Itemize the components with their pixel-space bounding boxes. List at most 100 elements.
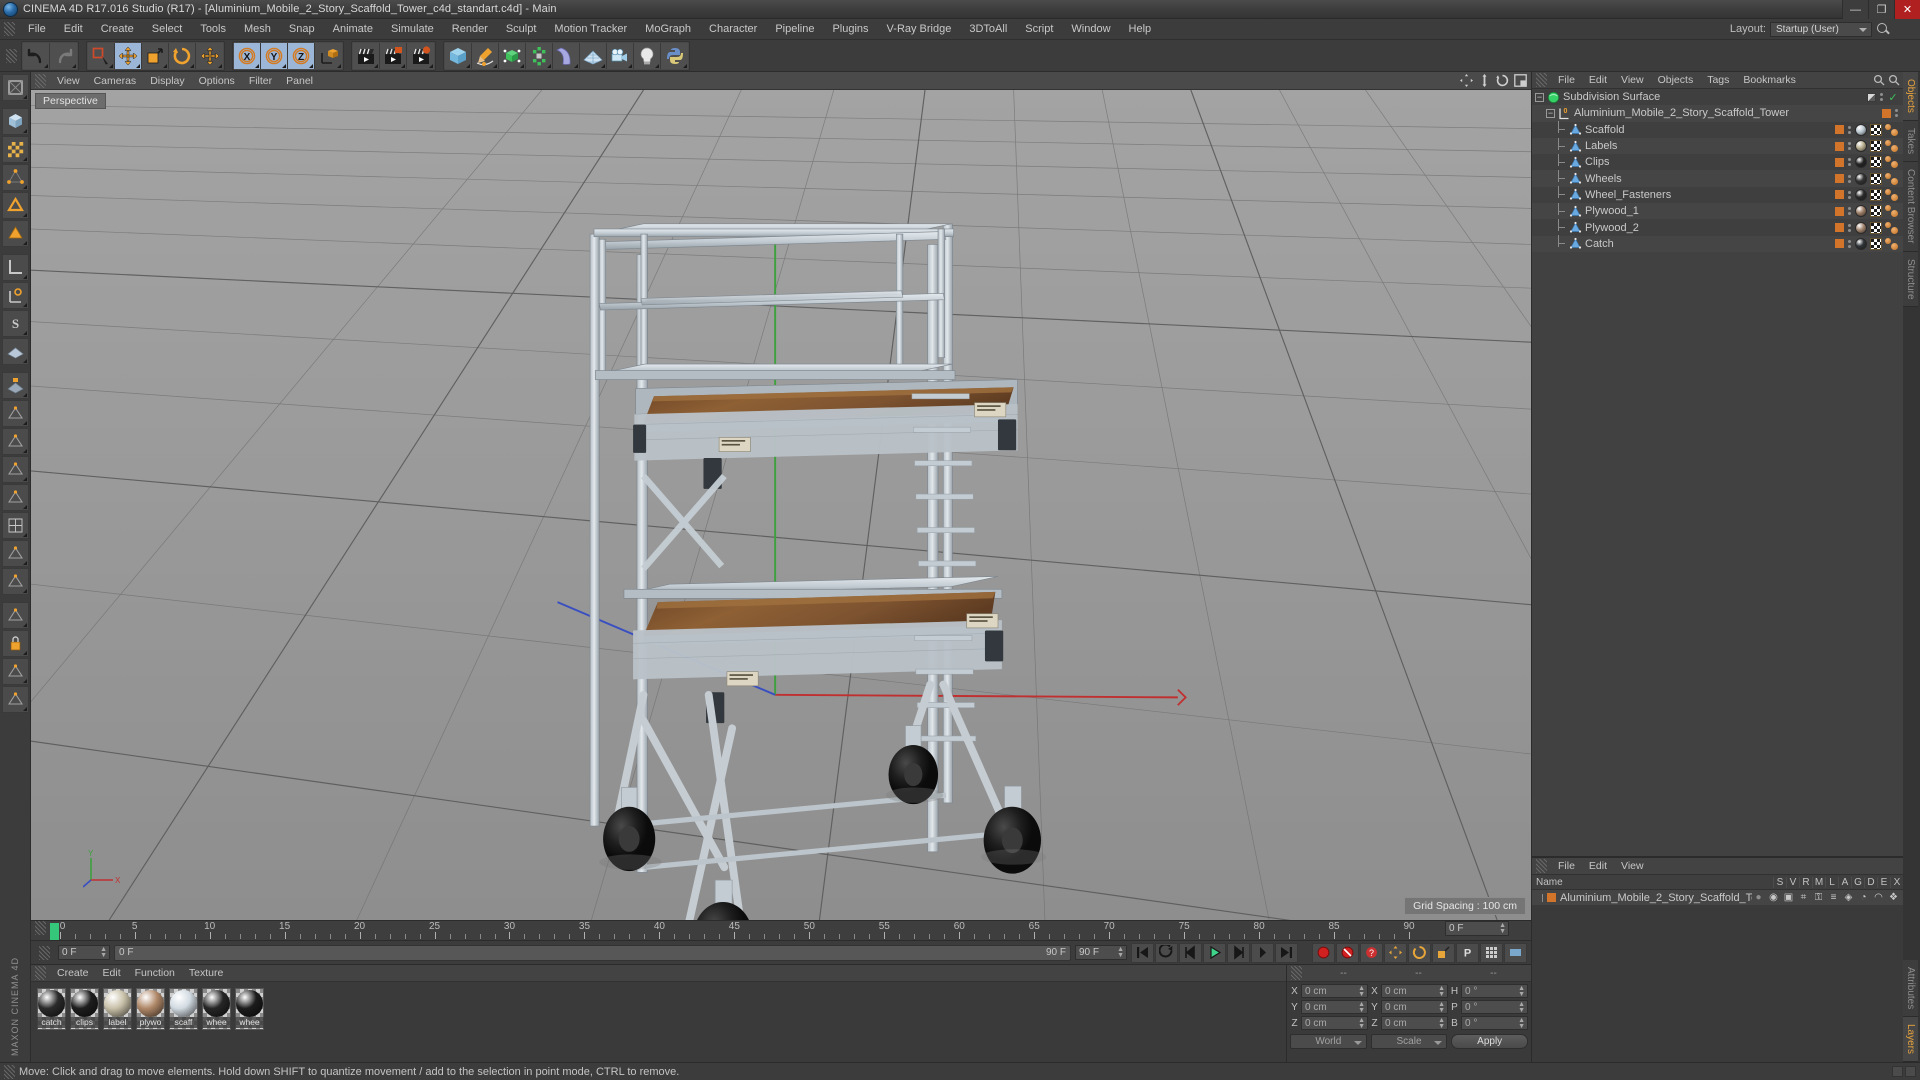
object-row-scaffold[interactable]: Scaffold	[1532, 121, 1903, 138]
phong-tag[interactable]	[1885, 237, 1899, 250]
layer-col-s[interactable]: S	[1773, 876, 1786, 888]
material-tag[interactable]	[1855, 140, 1867, 153]
workplane-lock-tool[interactable]	[1, 630, 29, 657]
object-manager-grip-icon[interactable]	[1536, 73, 1547, 87]
position-key-button[interactable]	[1384, 942, 1407, 963]
timeline-grip-icon[interactable]	[35, 921, 46, 935]
layer-color-swatch[interactable]	[1835, 223, 1844, 233]
material-menu-create[interactable]: Create	[50, 964, 96, 982]
quantize-tool[interactable]	[1, 602, 29, 629]
play-button[interactable]	[1203, 942, 1226, 963]
layer-col-x[interactable]: X	[1890, 876, 1903, 888]
point-level-animation-button[interactable]	[1480, 942, 1503, 963]
coord-field-size[interactable]: 0 cm ▲ ▼	[1381, 1000, 1448, 1014]
material-menu-function[interactable]: Function	[128, 964, 182, 982]
menu-motion-tracker[interactable]: Motion Tracker	[545, 19, 636, 40]
statusbar-grip-icon[interactable]	[4, 1064, 15, 1079]
rotate-tool[interactable]	[169, 42, 196, 69]
points-mode-tool[interactable]	[1, 164, 29, 191]
material-plywood[interactable]: plywo	[136, 988, 165, 1030]
undo-button[interactable]	[23, 42, 50, 69]
spinner-icon[interactable]: ▲ ▼	[1518, 1017, 1525, 1030]
previous-keyframe-button[interactable]	[1155, 942, 1178, 963]
menu-plugins[interactable]: Plugins	[823, 19, 877, 40]
material-clips[interactable]: clips	[70, 988, 99, 1030]
expander-toggle[interactable]: −	[1535, 92, 1544, 102]
solo-toggle[interactable]: ●	[1752, 892, 1765, 903]
layer-color-swatch[interactable]	[1547, 893, 1556, 902]
menu-edit[interactable]: Edit	[55, 19, 92, 40]
menu-animate[interactable]: Animate	[324, 19, 382, 40]
menu-pipeline[interactable]: Pipeline	[766, 19, 823, 40]
visibility-dots[interactable]	[1847, 142, 1852, 151]
material-grip-icon[interactable]	[35, 966, 46, 980]
layer-color-swatch[interactable]	[1835, 125, 1844, 135]
rotation-key-button[interactable]	[1408, 942, 1431, 963]
expander-toggle[interactable]: −	[1546, 108, 1555, 118]
object-row-catch[interactable]: Catch	[1532, 235, 1903, 252]
go-to-start-button[interactable]	[1131, 942, 1154, 963]
keyframe-selection-button[interactable]: ?	[1360, 942, 1383, 963]
coord-field-rotation[interactable]: 0 ° ▲ ▼	[1461, 1000, 1528, 1014]
timeline-track[interactable]: 0 5 10 15 20 25 30 35 40 45 50 55 60 65 70 75 80 85 90	[50, 921, 1441, 941]
spinner-icon[interactable]: ▲ ▼	[1518, 1001, 1525, 1014]
pan-icon[interactable]	[1460, 74, 1473, 87]
coord-field-size[interactable]: 0 cm ▲ ▼	[1381, 984, 1448, 998]
material-label[interactable]: label	[103, 988, 132, 1030]
layer-col-a[interactable]: A	[1838, 876, 1851, 888]
enable-axis-tool[interactable]	[1, 282, 29, 309]
locked-workplane-tool[interactable]	[1, 372, 29, 399]
coord-field-rotation[interactable]: 0 ° ▲ ▼	[1461, 1016, 1528, 1030]
menu-window[interactable]: Window	[1062, 19, 1119, 40]
phong-tag[interactable]	[1885, 221, 1899, 234]
visibility-dots[interactable]	[1847, 190, 1852, 199]
uvw-tag[interactable]	[1870, 140, 1882, 153]
phong-tag[interactable]	[1885, 172, 1899, 185]
axis-z-toggle[interactable]: Z	[288, 42, 315, 69]
live-selection-tool[interactable]	[88, 42, 115, 69]
tab-layers[interactable]: Layers	[1903, 1016, 1918, 1062]
menu-tools[interactable]: Tools	[191, 19, 235, 40]
layer-col-e[interactable]: E	[1877, 876, 1890, 888]
axis-y-toggle[interactable]: Y	[261, 42, 288, 69]
render-view-button[interactable]	[353, 42, 380, 69]
material-wheel1[interactable]: whee	[202, 988, 231, 1030]
deformers-toggle[interactable]: ◔	[1857, 892, 1870, 903]
generators-toggle[interactable]: ◈	[1842, 892, 1855, 903]
object-row-wheels[interactable]: Wheels	[1532, 170, 1903, 187]
tab-structure[interactable]: Structure	[1903, 251, 1918, 308]
menu-mesh[interactable]: Mesh	[235, 19, 280, 40]
next-keyframe-button[interactable]	[1251, 942, 1274, 963]
add-array-button[interactable]	[526, 42, 553, 69]
model-mode-tool[interactable]	[1, 108, 29, 135]
coord-field-position[interactable]: 0 cm ▲ ▼	[1301, 984, 1368, 998]
object-row-labels[interactable]: Labels	[1532, 137, 1903, 155]
object-row-aluminium-mobile-2-story-scaffold-tower[interactable]: − 0 Aluminium_Mobile_2_Story_Scaffold_Towe…	[1532, 105, 1903, 122]
minimize-button[interactable]: —	[1842, 0, 1868, 19]
layer-color-swatch[interactable]	[1882, 108, 1891, 118]
python-button[interactable]	[661, 42, 688, 69]
grid-snap-tool[interactable]	[1, 512, 29, 539]
texture-mode-tool[interactable]	[1, 136, 29, 163]
material-scaffold[interactable]: scaff	[169, 988, 198, 1030]
search-icon[interactable]	[1873, 74, 1885, 86]
menu-help[interactable]: Help	[1120, 19, 1161, 40]
uvw-tag[interactable]	[1870, 237, 1882, 250]
rotate-view-icon[interactable]	[1496, 74, 1509, 87]
coordinates-grip-icon[interactable]	[1291, 966, 1302, 980]
next-frame-button[interactable]	[1227, 942, 1250, 963]
object-row-subdivision-surface[interactable]: − Subdivision Surface ✓	[1532, 89, 1903, 106]
uvw-tag[interactable]	[1870, 156, 1882, 169]
guide-snap-tool[interactable]	[1, 540, 29, 567]
material-wheel2[interactable]: whee	[235, 988, 264, 1030]
menu-character[interactable]: Character	[700, 19, 766, 40]
add-spline-button[interactable]	[472, 42, 499, 69]
material-catch[interactable]: catch	[37, 988, 66, 1030]
coordinate-size-dropdown[interactable]: Scale	[1370, 1034, 1448, 1049]
layer-color-swatch[interactable]	[1835, 190, 1844, 200]
menu-mograph[interactable]: MoGraph	[636, 19, 700, 40]
autokeying-button[interactable]	[1336, 942, 1359, 963]
phong-tag[interactable]	[1885, 205, 1899, 218]
coord-field-size[interactable]: 0 cm ▲ ▼	[1381, 1016, 1448, 1030]
timeline-ruler[interactable]: 0 5 10 15 20 25 30 35 40 45 50 55 60 65 70 75 80 85 90 0 F…	[31, 920, 1531, 940]
